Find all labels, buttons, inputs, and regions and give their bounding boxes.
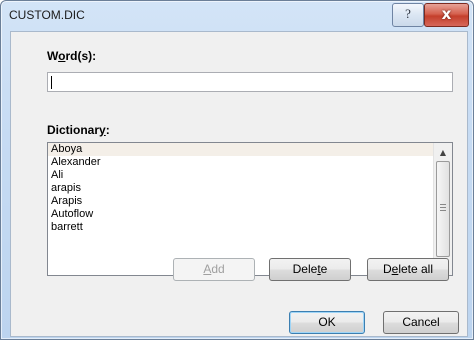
title-bar[interactable]: CUSTOM.DIC ? x [1, 1, 473, 31]
help-icon: ? [405, 6, 411, 21]
ok-button[interactable]: OK [289, 311, 365, 334]
close-button[interactable]: x [424, 3, 469, 27]
list-item[interactable]: Arapis [48, 195, 433, 208]
delete-button[interactable]: Delete [269, 258, 351, 281]
list-item[interactable]: barrett [48, 221, 433, 234]
dialog-window: CUSTOM.DIC ? x Word(s): Dictionary: Aboy… [0, 0, 474, 340]
list-item[interactable]: arapis [48, 182, 433, 195]
cancel-button[interactable]: Cancel [383, 311, 459, 334]
add-button[interactable]: Add [173, 258, 255, 281]
help-button[interactable]: ? [392, 3, 424, 27]
close-icon: x [441, 5, 452, 23]
dictionary-items: Aboya Alexander Ali arapis Arapis Autoflow bar… [48, 143, 433, 234]
dictionary-listbox[interactable]: Aboya Alexander Ali arapis Arapis Autoflow bar… [47, 142, 453, 276]
dictionary-label: Dictionary: [47, 123, 110, 137]
vertical-scrollbar[interactable]: ▲ ▼ [433, 143, 452, 275]
list-item[interactable]: Aboya [48, 143, 433, 156]
scroll-up-icon[interactable]: ▲ [434, 145, 452, 161]
text-caret [51, 76, 52, 89]
word-input[interactable] [47, 72, 453, 92]
grip-icon [440, 204, 446, 212]
list-item[interactable]: Autoflow [48, 208, 433, 221]
window-title: CUSTOM.DIC [9, 8, 85, 22]
scroll-thumb[interactable] [436, 161, 450, 257]
dialog-client-area: Word(s): Dictionary: Aboya Alexander Ali ar… [10, 31, 468, 337]
delete-all-button[interactable]: Delete all [367, 258, 449, 281]
list-item[interactable]: Alexander [48, 156, 433, 169]
list-item[interactable]: Ali [48, 169, 433, 182]
word-label: Word(s): [47, 49, 97, 63]
